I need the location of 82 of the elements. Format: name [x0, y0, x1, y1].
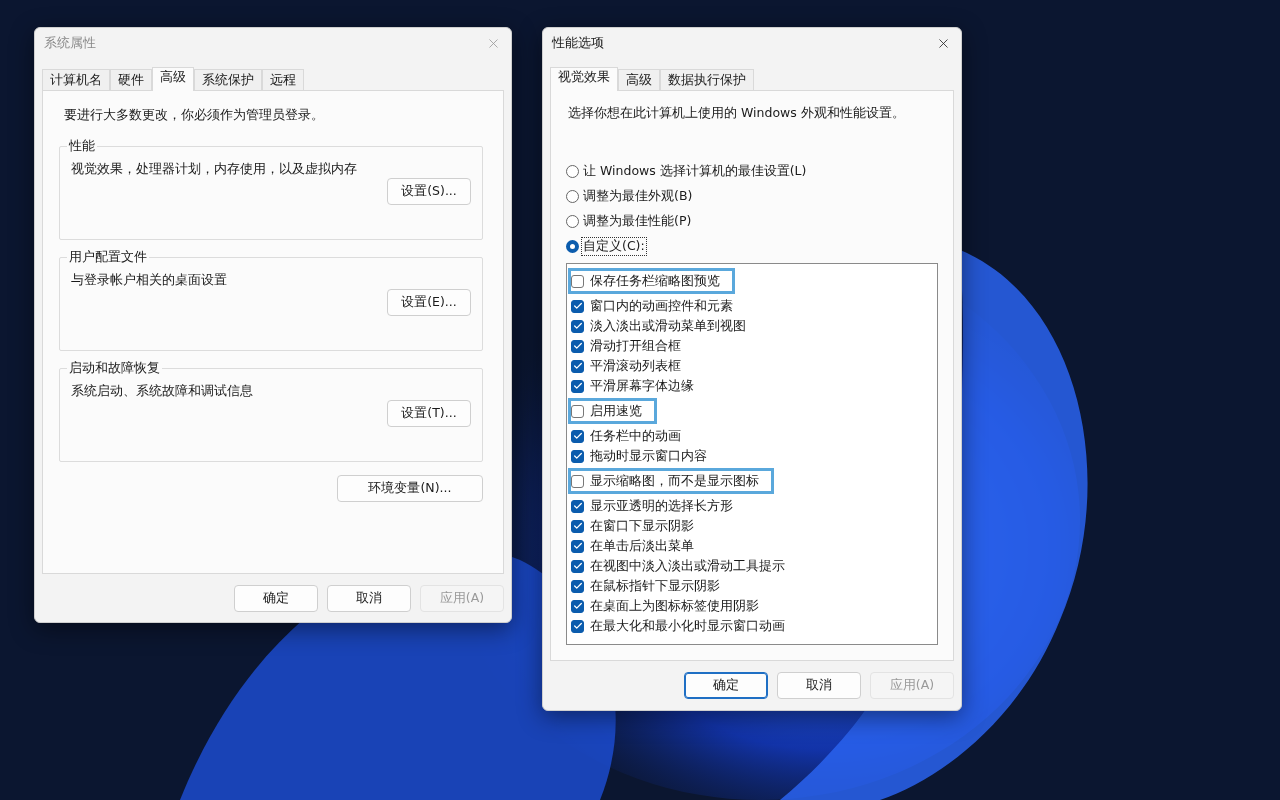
dialog-button[interactable]: 取消: [327, 585, 411, 612]
radio-button[interactable]: [566, 240, 579, 253]
checkbox[interactable]: [571, 579, 584, 593]
checkbox[interactable]: [571, 404, 584, 418]
option-label[interactable]: 拖动时显示窗口内容: [590, 447, 707, 465]
settings-button[interactable]: 设置(S)...: [387, 178, 471, 205]
notice-text: 要进行大多数更改，你必须作为管理员登录。: [64, 107, 325, 124]
check-icon: [572, 581, 583, 591]
tab[interactable]: 视觉效果: [550, 67, 618, 91]
checkbox[interactable]: [571, 379, 584, 393]
dialog-button[interactable]: 确定: [684, 672, 768, 699]
option-label[interactable]: 平滑滚动列表框: [590, 357, 681, 375]
checkbox[interactable]: [571, 499, 584, 513]
checkbox[interactable]: [571, 274, 584, 288]
option-label[interactable]: 在鼠标指针下显示阴影: [590, 577, 720, 595]
option-label[interactable]: 显示缩略图，而不是显示图标: [590, 472, 759, 490]
option-label[interactable]: 淡入淡出或滑动菜单到视图: [590, 317, 746, 335]
tab[interactable]: 计算机名: [42, 69, 110, 90]
group-title: 启动和故障恢复: [68, 360, 161, 377]
option-label[interactable]: 窗口内的动画控件和元素: [590, 297, 733, 315]
window-title: 性能选项: [552, 34, 604, 52]
dialog-button[interactable]: 确定: [234, 585, 318, 612]
check-icon: [572, 451, 583, 461]
checkbox[interactable]: [571, 519, 584, 533]
radio-button[interactable]: [566, 165, 579, 178]
group-title: 性能: [68, 138, 96, 155]
settings-button[interactable]: 设置(E)...: [387, 289, 471, 316]
checkbox[interactable]: [571, 429, 584, 443]
intro-text: 选择你想在此计算机上使用的 Windows 外观和性能设置。: [568, 105, 906, 122]
option-label[interactable]: 任务栏中的动画: [590, 427, 681, 445]
check-icon: [572, 621, 583, 631]
group-description: 与登录帐户相关的桌面设置: [71, 272, 228, 289]
dialog-button[interactable]: 取消: [777, 672, 861, 699]
group-title: 用户配置文件: [68, 249, 148, 266]
radio-button[interactable]: [566, 190, 579, 203]
option-label[interactable]: 在单击后淡出菜单: [590, 537, 694, 555]
check-icon: [572, 381, 583, 391]
group-description: 视觉效果，处理器计划，内存使用，以及虚拟内存: [71, 161, 358, 178]
option-label[interactable]: 保存任务栏缩略图预览: [590, 272, 720, 290]
option-label[interactable]: 平滑屏幕字体边缘: [590, 377, 694, 395]
checkbox[interactable]: [571, 319, 584, 333]
check-icon: [572, 541, 583, 551]
radio-button[interactable]: [566, 215, 579, 228]
radio-label[interactable]: 让 Windows 选择计算机的最佳设置(L): [582, 163, 808, 180]
check-icon: [572, 341, 583, 351]
check-icon: [572, 321, 583, 331]
option-label[interactable]: 在窗口下显示阴影: [590, 517, 694, 535]
option-label[interactable]: 滑动打开组合框: [590, 337, 681, 355]
tab[interactable]: 远程: [262, 69, 304, 90]
checkbox[interactable]: [571, 619, 584, 633]
checkbox[interactable]: [571, 449, 584, 463]
group-description: 系统启动、系统故障和调试信息: [71, 383, 254, 400]
option-label[interactable]: 启用速览: [590, 402, 642, 420]
radio-label[interactable]: 调整为最佳外观(B): [582, 188, 694, 205]
check-icon: [572, 601, 583, 611]
tab[interactable]: 系统保护: [194, 69, 262, 90]
option-label[interactable]: 在桌面上为图标标签使用阴影: [590, 597, 759, 615]
tab[interactable]: 高级: [618, 69, 660, 90]
option-label[interactable]: 在视图中淡入淡出或滑动工具提示: [590, 557, 785, 575]
window-title: 系统属性: [44, 34, 96, 52]
checkbox[interactable]: [571, 599, 584, 613]
check-icon: [572, 361, 583, 371]
tab[interactable]: 数据执行保护: [660, 69, 754, 90]
settings-button[interactable]: 设置(T)...: [387, 400, 471, 427]
checkbox[interactable]: [571, 474, 584, 488]
option-label[interactable]: 在最大化和最小化时显示窗口动画: [590, 617, 785, 635]
check-icon: [572, 501, 583, 511]
tab[interactable]: 高级: [152, 67, 194, 91]
check-icon: [572, 301, 583, 311]
checkbox[interactable]: [571, 559, 584, 573]
checkbox[interactable]: [571, 359, 584, 373]
check-icon: [572, 521, 583, 531]
radio-label[interactable]: 调整为最佳性能(P): [582, 213, 693, 230]
option-label[interactable]: 显示亚透明的选择长方形: [590, 497, 733, 515]
tab[interactable]: 硬件: [110, 69, 152, 90]
check-icon: [572, 561, 583, 571]
checkbox[interactable]: [571, 299, 584, 313]
check-icon: [572, 431, 583, 441]
checkbox[interactable]: [571, 539, 584, 553]
checkbox[interactable]: [571, 339, 584, 353]
radio-label[interactable]: 自定义(C):: [582, 238, 646, 255]
environment-variables-button[interactable]: 环境变量(N)...: [337, 475, 483, 502]
